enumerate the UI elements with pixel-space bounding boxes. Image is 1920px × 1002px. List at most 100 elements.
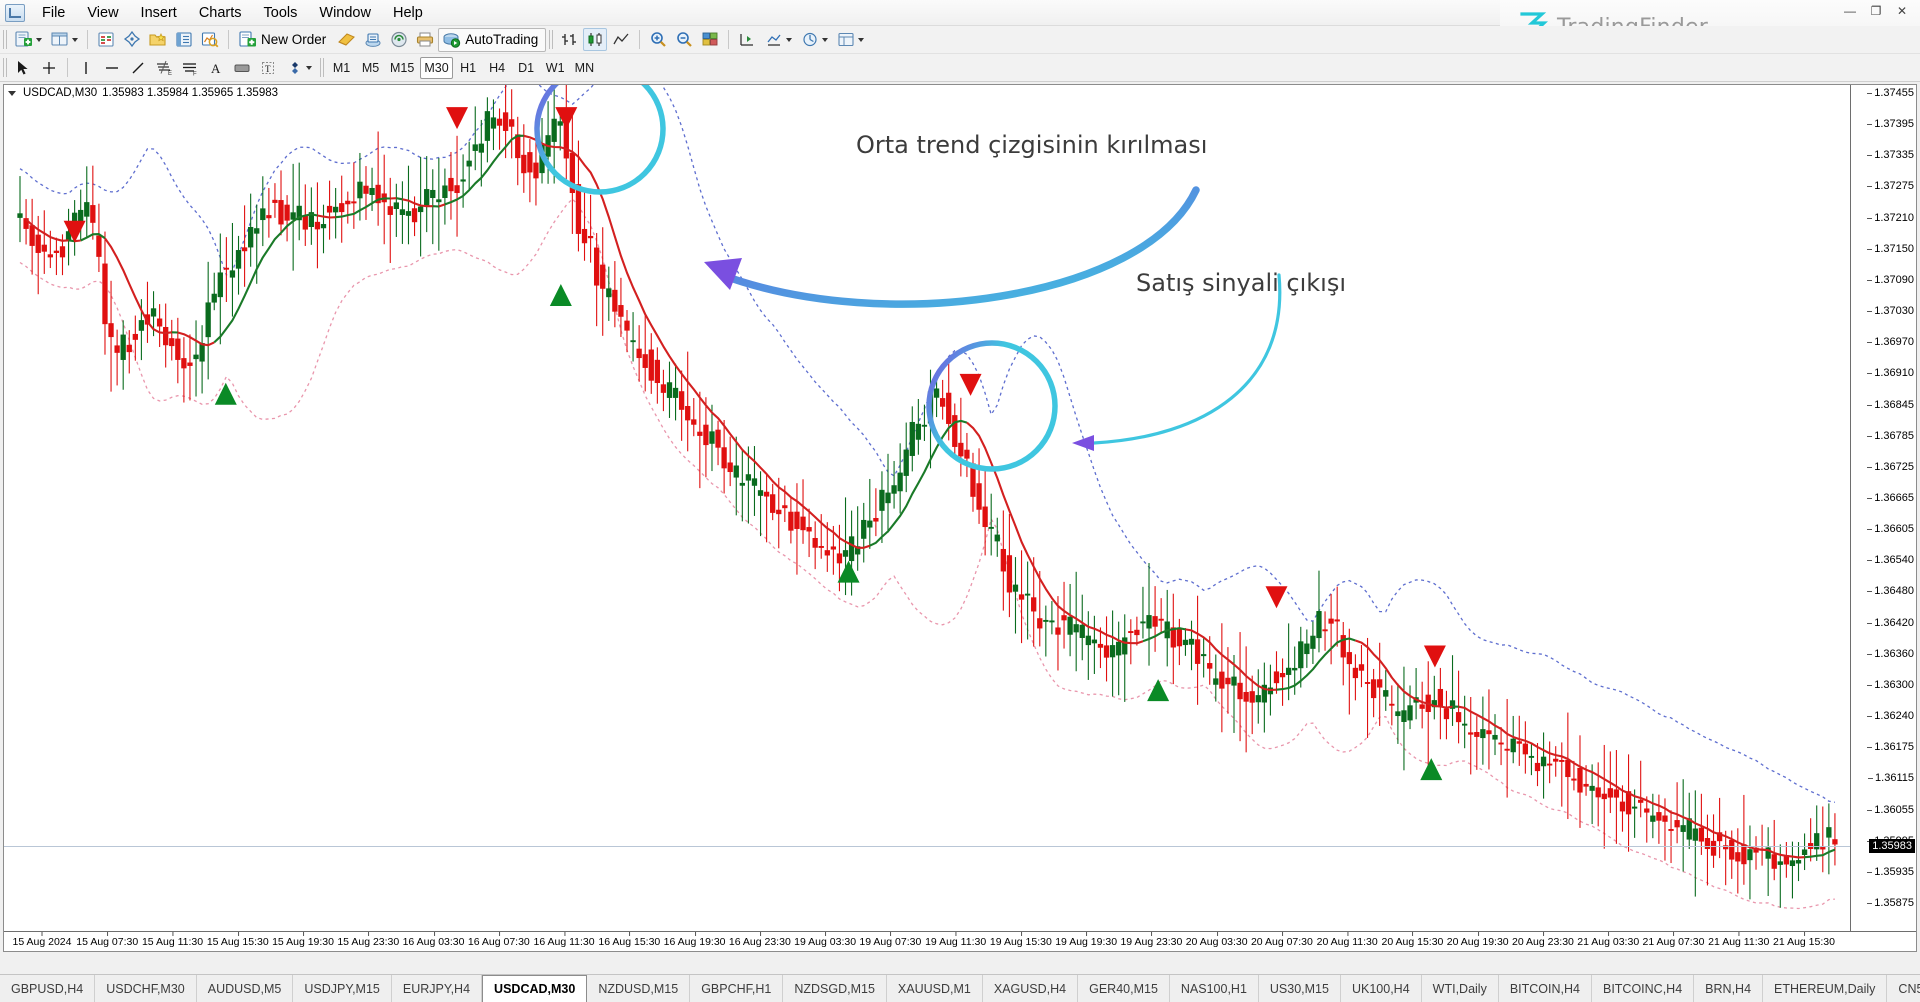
close-button[interactable]: ✕ xyxy=(1890,2,1914,20)
profiles-icon[interactable] xyxy=(47,28,81,51)
text-label-icon[interactable] xyxy=(230,56,254,79)
bar-chart-icon[interactable] xyxy=(557,28,581,51)
menu-item-insert[interactable]: Insert xyxy=(130,1,188,25)
chevron-down-icon[interactable] xyxy=(821,37,828,42)
vertical-line-icon[interactable] xyxy=(74,56,98,79)
menu-item-tools[interactable]: Tools xyxy=(253,1,309,25)
timeframe-button-m30[interactable]: M30 xyxy=(420,56,453,79)
time-tick: 16 Aug 23:30 xyxy=(728,932,791,948)
timeframe-button-m5[interactable]: M5 xyxy=(357,57,384,79)
chart-tab-ethereum-daily[interactable]: ETHEREUM,Daily xyxy=(1763,975,1888,1002)
toolbar-grip[interactable] xyxy=(320,58,324,77)
time-axis[interactable]: 15 Aug 2024 15 Aug 07:30 15 Aug 11:30 15 Au… xyxy=(4,931,1916,951)
chart-tab-bitcoinc-h4[interactable]: BITCOINC,H4 xyxy=(1592,975,1695,1002)
toolbar-grip[interactable] xyxy=(549,30,554,49)
price-axis[interactable]: 1.37455 1.37395 1.37335 1.37275 1.37210 1.371… xyxy=(1850,85,1916,951)
menu-item-file[interactable]: File xyxy=(31,1,76,25)
time-tick: 16 Aug 07:30 xyxy=(467,932,530,948)
current-price-label: 1.35983 xyxy=(1869,839,1915,853)
chevron-down-icon[interactable] xyxy=(71,37,78,42)
chart-tab-wti-daily[interactable]: WTI,Daily xyxy=(1422,975,1499,1002)
time-tick: 15 Aug 15:30 xyxy=(206,932,269,948)
crosshair-icon[interactable] xyxy=(37,56,61,79)
menu-item-view[interactable]: View xyxy=(76,1,129,25)
timeframe-button-h1[interactable]: H1 xyxy=(455,57,482,79)
terminal-icon[interactable] xyxy=(172,28,196,51)
chart-tab-usdjpy-m15[interactable]: USDJPY,M15 xyxy=(293,975,392,1002)
indicators-icon[interactable] xyxy=(797,28,831,51)
toolbar-separator xyxy=(228,30,229,49)
equidistant-channel-icon[interactable]: F xyxy=(178,56,202,79)
chevron-down-icon[interactable] xyxy=(305,65,312,70)
signals-icon[interactable] xyxy=(387,28,411,51)
chart-tab-bitcoin-h4[interactable]: BITCOIN,H4 xyxy=(1499,975,1592,1002)
chart-tab-xagusd-h4[interactable]: XAGUSD,H4 xyxy=(983,975,1079,1002)
timeframe-button-m15[interactable]: M15 xyxy=(386,57,418,79)
new-order-button[interactable]: New Order xyxy=(234,28,334,52)
timeframe-button-mn[interactable]: MN xyxy=(571,57,598,79)
shapes-icon[interactable] xyxy=(282,56,316,79)
chart-tab-nas100-h1[interactable]: NAS100,H1 xyxy=(1170,975,1259,1002)
horizontal-line-icon[interactable] xyxy=(100,56,124,79)
fibonacci-icon[interactable]: E xyxy=(152,56,176,79)
timeframe-button-h4[interactable]: H4 xyxy=(484,57,511,79)
metatrader-logo-icon xyxy=(5,3,25,22)
chart-tab-gbpusd-h4[interactable]: GBPUSD,H4 xyxy=(0,975,96,1002)
cursor-arrow-icon[interactable] xyxy=(11,56,35,79)
timeframe-button-w1[interactable]: W1 xyxy=(542,57,569,79)
toolbar-grip[interactable] xyxy=(3,58,7,77)
expert-advisors-icon[interactable] xyxy=(361,28,385,51)
tile-windows-icon[interactable] xyxy=(698,28,722,51)
templates-icon[interactable] xyxy=(833,28,867,51)
menu-item-help[interactable]: Help xyxy=(382,1,434,25)
trendline-icon[interactable] xyxy=(126,56,150,79)
time-tick: 16 Aug 15:30 xyxy=(598,932,661,948)
chart-tab-ger40-m15[interactable]: GER40,M15 xyxy=(1078,975,1170,1002)
chart-tab-uk100-h4[interactable]: UK100,H4 xyxy=(1341,975,1422,1002)
zoom-out-icon[interactable] xyxy=(672,28,696,51)
candlestick-chart-icon[interactable] xyxy=(583,28,608,51)
chart-shift-icon[interactable] xyxy=(761,28,795,51)
chart-tab-gbpchf-h1[interactable]: GBPCHF,H1 xyxy=(690,975,784,1002)
time-tick: 20 Aug 23:30 xyxy=(1512,932,1574,948)
menu-item-charts[interactable]: Charts xyxy=(188,1,253,25)
navigator-icon[interactable] xyxy=(146,28,170,51)
chevron-down-icon[interactable] xyxy=(35,37,42,42)
chart-canvas[interactable]: USDCAD,M30 1.35983 1.35984 1.35965 1.359… xyxy=(3,84,1917,952)
chart-tab-audusd-m5[interactable]: AUDUSD,M5 xyxy=(197,975,294,1002)
chart-tab-usdchf-m30[interactable]: USDCHF,M30 xyxy=(95,975,197,1002)
new-chart-icon[interactable] xyxy=(11,28,45,51)
zoom-in-icon[interactable] xyxy=(646,28,670,51)
toolbar-grip[interactable] xyxy=(3,30,7,49)
menu-item-window[interactable]: Window xyxy=(308,1,382,25)
chart-tab-usdcad-m30[interactable]: USDCAD,M30 xyxy=(482,975,588,1002)
auto-scroll-icon[interactable] xyxy=(735,28,759,51)
price-tick: 1.36910 xyxy=(1867,367,1914,380)
chart-tab-cn50-m15[interactable]: CN50,M15 xyxy=(1887,975,1920,1002)
chevron-down-icon[interactable] xyxy=(785,37,792,42)
autotrading-button[interactable]: AutoTrading xyxy=(438,27,547,52)
line-chart-icon[interactable] xyxy=(609,28,633,51)
chart-menu-caret-icon[interactable] xyxy=(8,90,16,96)
chart-tab-xauusd-m1[interactable]: XAUUSD,M1 xyxy=(887,975,983,1002)
market-watch-icon[interactable] xyxy=(94,28,118,51)
chart-tab-nzdsgd-m15[interactable]: NZDSGD,M15 xyxy=(783,975,887,1002)
chart-tab-nzdusd-m15[interactable]: NZDUSD,M15 xyxy=(587,975,691,1002)
new-order-label: New Order xyxy=(261,32,327,47)
chart-tab-brn-h4[interactable]: BRN,H4 xyxy=(1694,975,1764,1002)
timeframe-button-m1[interactable]: M1 xyxy=(328,57,355,79)
metaeditor-icon[interactable] xyxy=(335,28,359,51)
minimize-button[interactable]: — xyxy=(1838,2,1862,20)
textbox-icon[interactable]: T xyxy=(256,56,280,79)
time-tick: 21 Aug 15:30 xyxy=(1773,932,1835,948)
maximize-button[interactable]: ❐ xyxy=(1864,2,1888,20)
chart-tab-us30-m15[interactable]: US30,M15 xyxy=(1259,975,1341,1002)
print-icon[interactable] xyxy=(413,28,437,51)
chevron-down-icon[interactable] xyxy=(857,37,864,42)
chart-tab-eurjpy-h4[interactable]: EURJPY,H4 xyxy=(392,975,483,1002)
text-tool-icon[interactable]: A xyxy=(204,56,228,79)
data-window-icon[interactable] xyxy=(120,28,144,51)
price-tick: 1.37455 xyxy=(1867,87,1914,99)
timeframe-button-d1[interactable]: D1 xyxy=(513,57,540,79)
strategy-tester-icon[interactable] xyxy=(198,28,222,51)
